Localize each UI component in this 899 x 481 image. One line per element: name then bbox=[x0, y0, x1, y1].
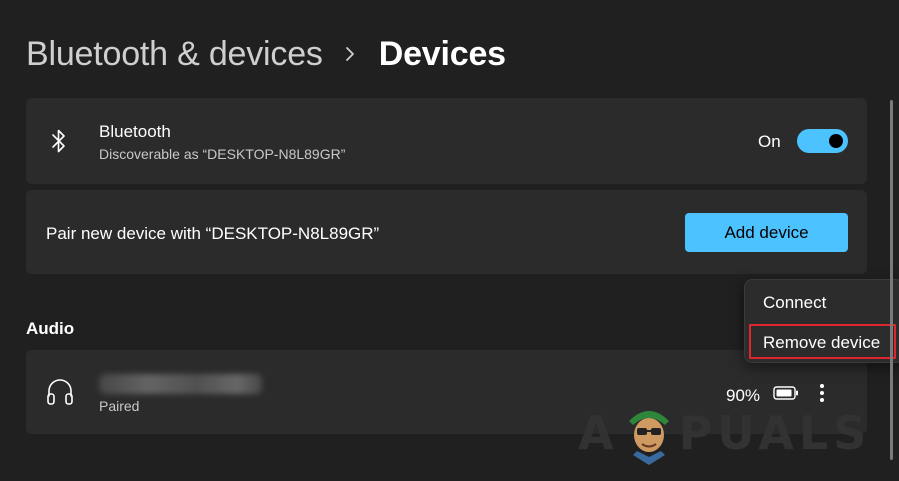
bluetooth-icon bbox=[52, 129, 65, 153]
toggle-state-label: On bbox=[758, 132, 781, 151]
pair-device-card: Pair new device with “DESKTOP-N8L89GR” A… bbox=[26, 190, 867, 274]
add-device-button[interactable]: Add device bbox=[685, 213, 848, 252]
device-name-redacted bbox=[99, 374, 262, 394]
breadcrumb-parent[interactable]: Bluetooth & devices bbox=[26, 35, 323, 74]
headphones-icon bbox=[47, 379, 73, 405]
mascot-logo-icon bbox=[628, 411, 669, 465]
breadcrumb: Bluetooth & devices Devices bbox=[26, 30, 506, 78]
highlight-box bbox=[749, 324, 896, 359]
bluetooth-toggle[interactable] bbox=[797, 129, 848, 153]
device-status: Paired bbox=[99, 398, 140, 414]
bluetooth-card: Bluetooth Discoverable as “DESKTOP-N8L89… bbox=[26, 98, 867, 184]
chevron-right-icon bbox=[345, 46, 355, 62]
toggle-knob bbox=[829, 134, 843, 148]
watermark-text: PUALS bbox=[678, 406, 872, 460]
scrollbar[interactable] bbox=[890, 100, 893, 460]
watermark-letter: A bbox=[578, 406, 619, 460]
audio-section-title: Audio bbox=[26, 319, 75, 338]
bluetooth-subtitle: Discoverable as “DESKTOP-N8L89GR” bbox=[99, 146, 346, 162]
bluetooth-title: Bluetooth bbox=[99, 122, 171, 141]
page-title: Devices bbox=[378, 34, 506, 73]
appuals-watermark: A PUALS bbox=[578, 398, 871, 468]
pair-device-label: Pair new device with “DESKTOP-N8L89GR” bbox=[46, 224, 380, 243]
menu-item-connect[interactable]: Connect bbox=[763, 293, 826, 313]
